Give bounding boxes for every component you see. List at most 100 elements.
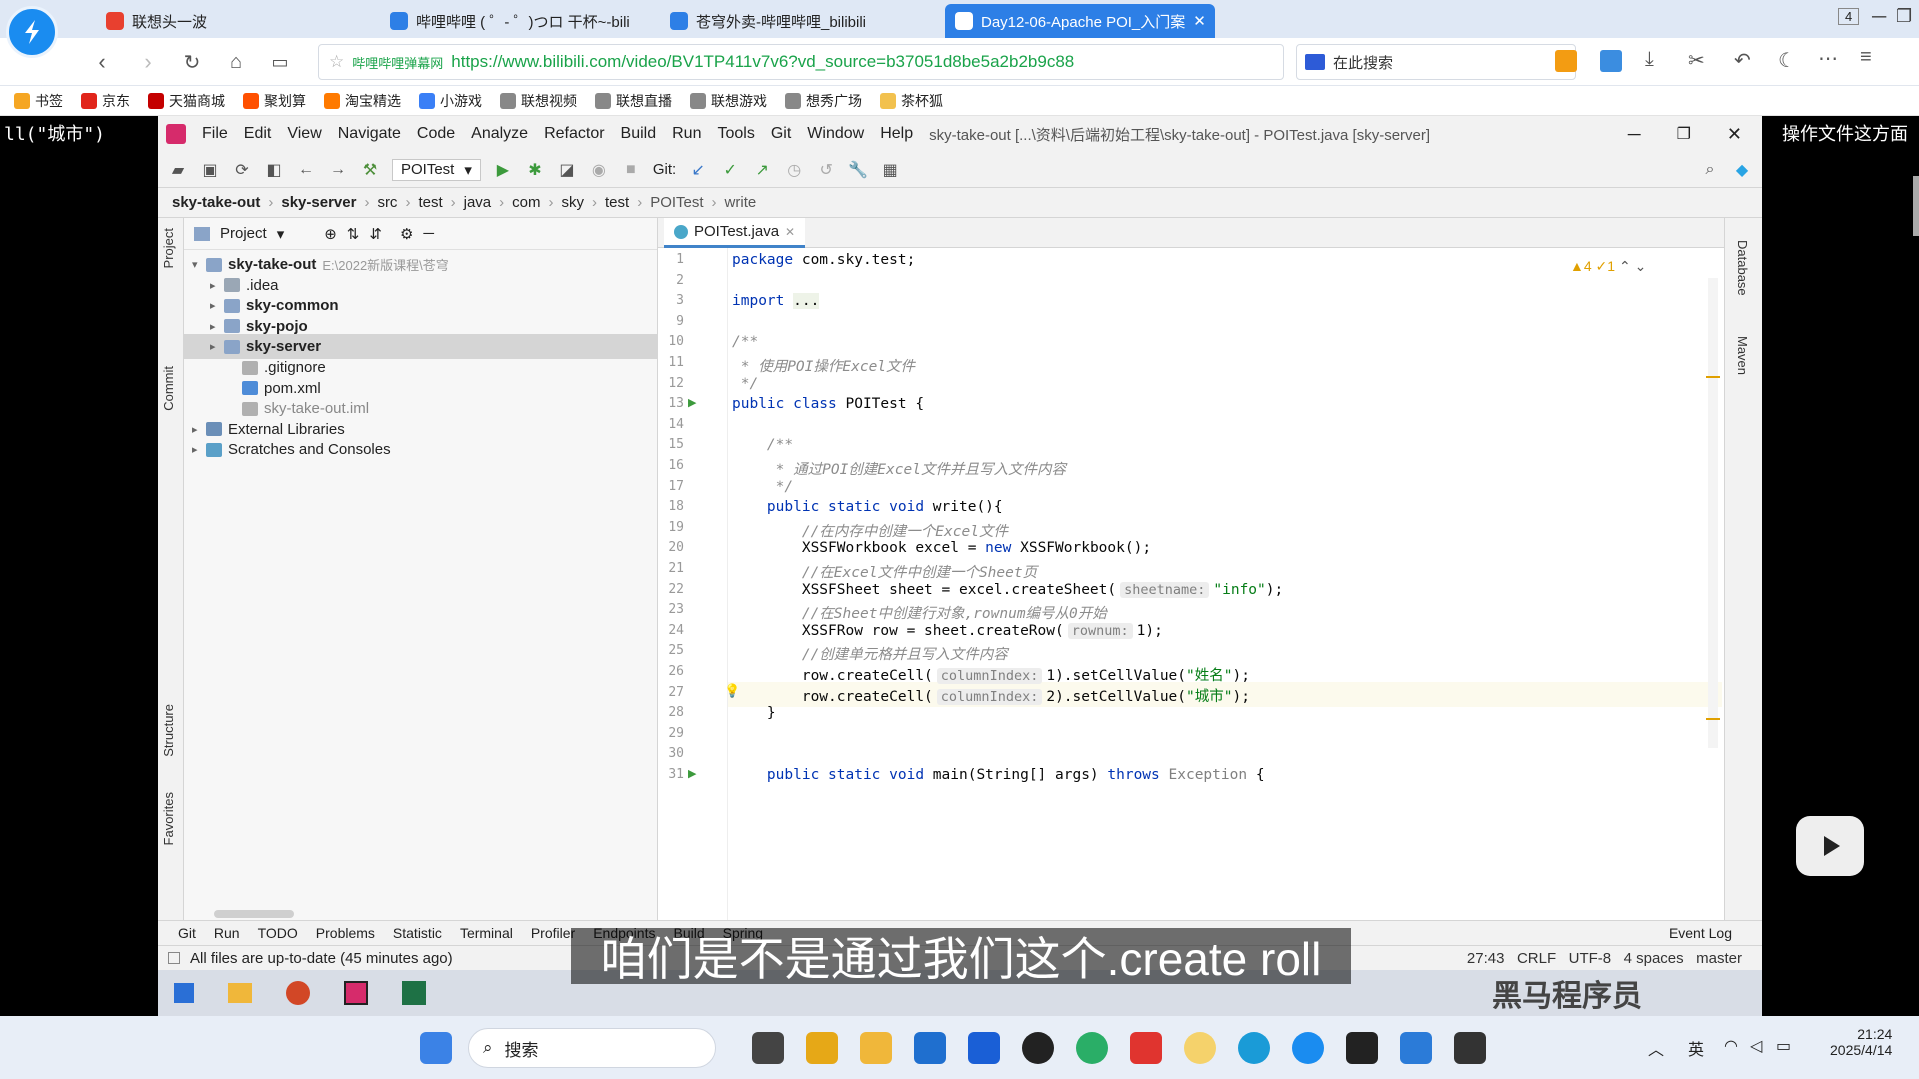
- share-icon[interactable]: [1600, 50, 1622, 72]
- status-checkbox-icon[interactable]: [168, 952, 180, 964]
- browser-tab[interactable]: Day12-06-Apache POI_入门案 ✕: [945, 4, 1215, 38]
- code-line[interactable]: */: [732, 376, 758, 392]
- tool-favorites-label[interactable]: Favorites: [161, 792, 176, 845]
- windows-start-button-icon[interactable]: [420, 1032, 452, 1064]
- more-icon[interactable]: ⋯: [1818, 46, 1838, 71]
- hide-panel-icon[interactable]: ─: [423, 225, 434, 242]
- code-line[interactable]: package com.sky.test;: [732, 252, 915, 268]
- intellij-taskbar-icon[interactable]: [344, 981, 368, 1005]
- menu-item[interactable]: Help: [872, 125, 921, 143]
- star-icon[interactable]: ☆: [329, 52, 344, 72]
- tree-expand-icon[interactable]: ▸: [192, 423, 206, 436]
- editor-scrollbar[interactable]: [1708, 278, 1718, 748]
- app-yellow-icon[interactable]: [1184, 1032, 1216, 1064]
- code-line[interactable]: XSSFRow row = sheet.createRow(rownum: 1);: [732, 622, 1163, 639]
- window-minimize-button[interactable]: ─: [1872, 6, 1886, 29]
- browser-tab[interactable]: 哔哩哔哩 ( ゜- ゜)つロ 干杯~-bilib: [380, 4, 630, 38]
- wifi-icon[interactable]: ◠: [1724, 1036, 1738, 1056]
- clock[interactable]: 21:24 2025/4/14: [1830, 1026, 1892, 1058]
- menu-item[interactable]: Tools: [709, 125, 762, 143]
- tree-expand-icon[interactable]: ▸: [210, 320, 224, 333]
- taskbar-search-input[interactable]: ⌕ 搜索: [468, 1028, 716, 1068]
- bookmark-item[interactable]: 天猫商城: [148, 91, 225, 111]
- bookmark-item[interactable]: 想秀广场: [785, 91, 862, 111]
- task-view-icon[interactable]: [752, 1032, 784, 1064]
- edge-icon[interactable]: [1238, 1032, 1270, 1064]
- breadcrumb-item[interactable]: sky: [562, 194, 585, 211]
- event-log-tab[interactable]: Event Log: [1669, 925, 1732, 941]
- breadcrumb-item[interactable]: test: [418, 194, 442, 211]
- reader-icon[interactable]: ▭: [264, 46, 296, 78]
- bottom-tab[interactable]: Run: [214, 925, 240, 941]
- code-line[interactable]: */: [732, 479, 793, 495]
- expand-all-icon[interactable]: ⇅: [347, 225, 360, 243]
- code-line[interactable]: public static void write(){: [732, 499, 1003, 515]
- excel-icon[interactable]: [402, 981, 426, 1005]
- bookmark-item[interactable]: 茶杯狐: [880, 91, 943, 111]
- menu-item[interactable]: Code: [409, 125, 463, 143]
- play-button-icon[interactable]: [1796, 816, 1864, 876]
- explorer-icon[interactable]: [228, 983, 252, 1003]
- project-view-label[interactable]: Project: [220, 225, 267, 242]
- menu-item[interactable]: File: [194, 125, 236, 143]
- window-restore-button[interactable]: ❐: [1896, 6, 1912, 27]
- browser-tab[interactable]: 联想头一波: [96, 4, 316, 38]
- settings-wrench-icon[interactable]: 🔧: [848, 160, 868, 180]
- git-update-icon[interactable]: ↙: [688, 160, 708, 180]
- ime-indicator[interactable]: 英: [1688, 1036, 1704, 1060]
- vscode-icon[interactable]: [1400, 1032, 1432, 1064]
- code-line[interactable]: /**: [732, 334, 758, 350]
- back-nav-icon[interactable]: ←: [296, 160, 316, 180]
- git-history-icon[interactable]: ◷: [784, 160, 804, 180]
- bookmark-item[interactable]: 书签: [14, 91, 63, 111]
- ide-search-icon[interactable]: ⌕: [1700, 160, 1720, 180]
- locate-icon[interactable]: ⊕: [324, 225, 337, 243]
- tool-maven-label[interactable]: Maven: [1735, 336, 1750, 375]
- code-line[interactable]: * 通过POI创建Excel文件并且写入文件内容: [732, 458, 1066, 479]
- tool-project-label[interactable]: Project: [161, 228, 176, 268]
- code-line[interactable]: import ...: [732, 293, 820, 310]
- bottom-tab[interactable]: Profiler: [531, 925, 575, 941]
- ide-minimize-button[interactable]: ─: [1628, 124, 1641, 145]
- code-line[interactable]: XSSFWorkbook excel = new XSSFWorkbook();: [732, 540, 1151, 556]
- wechat-icon[interactable]: [1076, 1032, 1108, 1064]
- gear-icon[interactable]: ⚙: [400, 225, 413, 243]
- search-engine-icon[interactable]: [1305, 54, 1325, 70]
- build-icon[interactable]: ◧: [264, 160, 284, 180]
- ide-close-button[interactable]: ✕: [1727, 124, 1742, 145]
- stop-icon[interactable]: ■: [621, 160, 641, 180]
- page-scrollbar[interactable]: [1913, 176, 1919, 236]
- breadcrumb-item[interactable]: sky-server: [281, 194, 356, 211]
- browser-tab[interactable]: 苍穹外卖-哔哩哔哩_bilibili: [660, 4, 910, 38]
- bookmark-item[interactable]: 联想直播: [595, 91, 672, 111]
- code-line[interactable]: //在Excel文件中创建一个Sheet页: [732, 561, 1037, 582]
- volume-icon[interactable]: ◁: [1750, 1036, 1762, 1056]
- coverage-icon[interactable]: ◪: [557, 160, 577, 180]
- close-tab-icon[interactable]: ✕: [1193, 12, 1206, 30]
- code-line[interactable]: XSSFSheet sheet = excel.createSheet(shee…: [732, 581, 1283, 598]
- code-line[interactable]: row.createCell(columnIndex: 1).setCellVal…: [732, 664, 1250, 685]
- reload-icon[interactable]: ↻: [176, 46, 208, 78]
- inspection-widget[interactable]: ▲4 ✓1 ⌃ ⌄: [1570, 258, 1646, 275]
- menu-item[interactable]: Git: [763, 125, 799, 143]
- tab-count-badge[interactable]: 4: [1838, 8, 1860, 25]
- hammer-icon[interactable]: ⚒: [360, 160, 380, 180]
- battery-icon[interactable]: ▭: [1776, 1036, 1791, 1056]
- ide-restore-button[interactable]: ❐: [1677, 124, 1691, 144]
- file-explorer-icon[interactable]: [860, 1032, 892, 1064]
- search-input[interactable]: 在此搜索 ⌕: [1296, 44, 1576, 80]
- extension-icon[interactable]: [1555, 50, 1577, 72]
- bookmark-item[interactable]: 小游戏: [419, 91, 482, 111]
- terminal-icon[interactable]: [1454, 1032, 1486, 1064]
- code-line[interactable]: * 使用POI操作Excel文件: [732, 355, 915, 376]
- code-line[interactable]: //创建单元格并且写入文件内容: [732, 643, 1008, 664]
- moon-icon[interactable]: ☾: [1778, 48, 1796, 73]
- breadcrumb-item[interactable]: sky-take-out: [172, 194, 260, 211]
- code-line[interactable]: //在Sheet中创建行对象,rownum编号从0开始: [732, 602, 1107, 623]
- wps-icon[interactable]: [1130, 1032, 1162, 1064]
- forward-button[interactable]: ›: [132, 46, 164, 78]
- forward-nav-icon[interactable]: →: [328, 160, 348, 180]
- tree-expand-icon[interactable]: ▸: [210, 299, 224, 312]
- bookmark-item[interactable]: 淘宝精选: [324, 91, 401, 111]
- menu-icon[interactable]: ≡: [1860, 46, 1872, 69]
